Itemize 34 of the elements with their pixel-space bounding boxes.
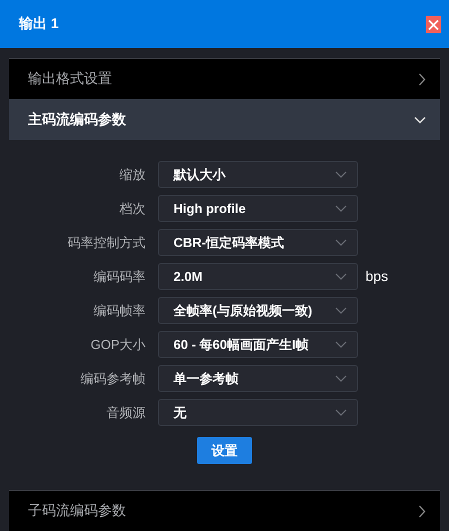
chevron-down-icon <box>334 171 346 178</box>
chevron-down-icon <box>334 307 346 314</box>
field-label: 码率控制方式 <box>66 234 146 252</box>
chevron-right-icon <box>418 72 426 86</box>
chevron-down-icon <box>334 273 346 280</box>
chevron-down-icon <box>414 116 426 124</box>
close-icon[interactable] <box>426 16 441 32</box>
dropdown[interactable]: 无 <box>158 399 358 426</box>
field-label: 编码帧率 <box>92 302 146 320</box>
field-label: 音频源 <box>106 404 146 422</box>
unit-label: bps <box>366 267 390 286</box>
field-label: 编码参考帧 <box>80 370 146 388</box>
chevron-down-icon <box>334 341 346 348</box>
field-label: GOP大小 <box>90 336 146 354</box>
field-label: 编码码率 <box>92 268 146 286</box>
dropdown[interactable]: 全帧率(与原始视频一致) <box>158 297 358 324</box>
chevron-down-icon <box>334 409 346 416</box>
window-title: 输出 1 <box>19 15 59 33</box>
section-header[interactable]: 主码流编码参数 <box>9 99 440 140</box>
section-header[interactable]: 子码流编码参数 <box>9 490 440 531</box>
dropdown[interactable]: High profile <box>158 195 358 222</box>
field-label: 缩放 <box>118 166 146 184</box>
field-label: 档次 <box>118 200 146 218</box>
chevron-down-icon <box>334 239 346 246</box>
dropdown[interactable]: CBR-恒定码率模式 <box>158 229 358 256</box>
chevron-down-icon <box>334 205 346 212</box>
chevron-right-icon <box>418 504 426 518</box>
dropdown[interactable]: 2.0M <box>158 263 358 290</box>
dropdown[interactable]: 60 - 每60幅画面产生I帧 <box>158 331 358 358</box>
chevron-down-icon <box>334 375 346 382</box>
dropdown[interactable]: 默认大小 <box>158 161 358 188</box>
dropdown[interactable]: 单一参考帧 <box>158 365 358 392</box>
section-header[interactable]: 输出格式设置 <box>9 58 440 99</box>
set-button[interactable]: 设置 <box>197 437 252 464</box>
